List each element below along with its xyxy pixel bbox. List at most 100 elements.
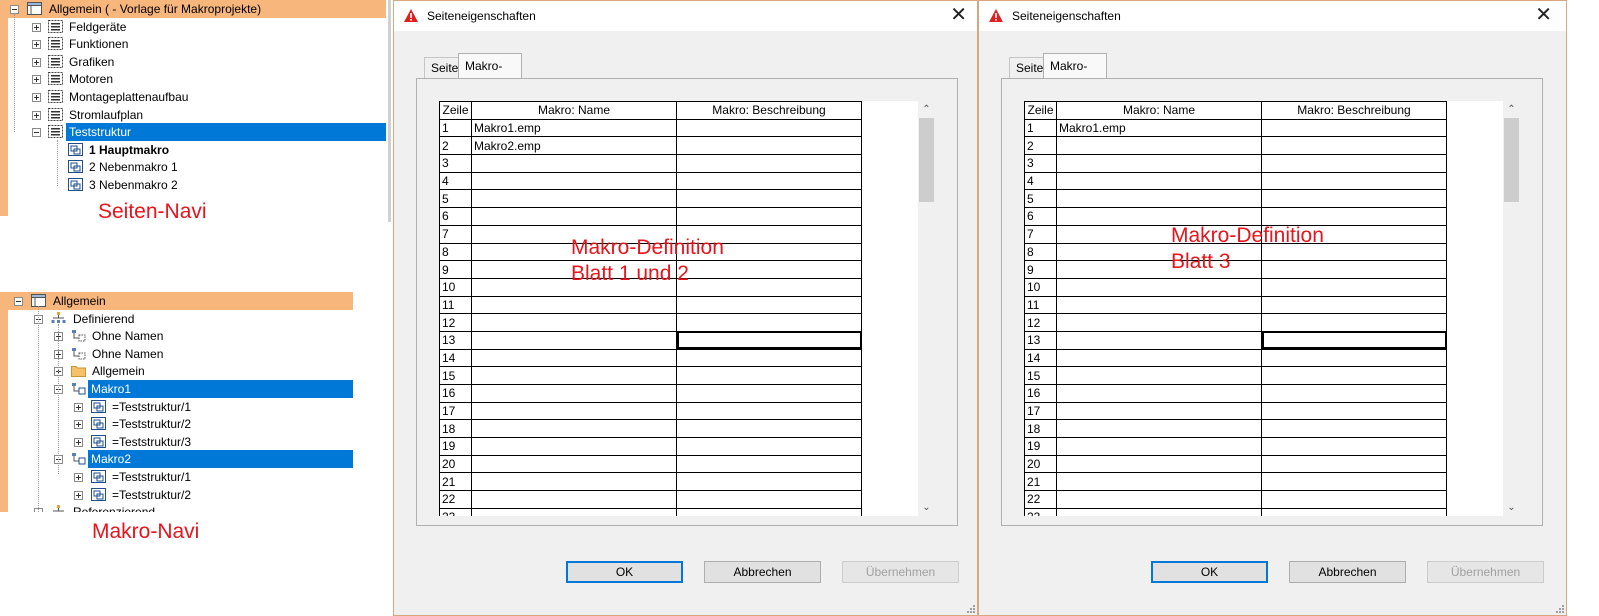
row-number-cell[interactable]: 1 (439, 118, 472, 138)
collapse-icon[interactable] (10, 5, 19, 14)
row-number-cell[interactable]: 2 (439, 136, 472, 156)
table-row[interactable]: 18 (1024, 419, 1447, 439)
scroll-down-icon[interactable]: ⌄ (1503, 499, 1520, 516)
macro-name-cell[interactable] (471, 507, 677, 516)
cancel-button[interactable]: Abbrechen (704, 561, 821, 583)
macro-description-cell[interactable] (676, 454, 862, 474)
table-row[interactable]: 12 (1024, 313, 1447, 332)
expand-icon[interactable] (74, 490, 83, 500)
expand-icon[interactable] (74, 420, 83, 430)
row-number-cell[interactable]: 6 (439, 207, 472, 226)
row-number-cell[interactable]: 10 (439, 277, 472, 297)
macro-description-cell[interactable] (1261, 454, 1447, 474)
cancel-button[interactable]: Abbrechen (1289, 561, 1406, 583)
seiten-tree-item[interactable]: Funktionen (0, 35, 386, 53)
makro-tree-item[interactable]: =Teststruktur/1 (0, 468, 353, 486)
tab-makro-definition[interactable]: Makro-Definition (1043, 53, 1108, 98)
row-number-cell[interactable]: 1 (1024, 118, 1057, 138)
table-row[interactable]: 21 (439, 472, 862, 492)
row-number-cell[interactable]: 18 (1024, 419, 1057, 439)
table-row[interactable]: 1 Makro1.emp (439, 118, 862, 138)
macro-name-cell[interactable] (471, 171, 677, 191)
table-row[interactable]: 10 (1024, 277, 1447, 297)
macro-name-cell[interactable]: Makro1.emp (471, 118, 677, 138)
row-number-cell[interactable]: 7 (439, 224, 472, 244)
table-row[interactable]: 11 (439, 295, 862, 315)
macro-description-cell[interactable] (676, 118, 862, 138)
macro-description-cell[interactable] (1261, 189, 1447, 209)
ok-button[interactable]: OK (566, 561, 683, 583)
close-icon[interactable]: ✕ (1535, 4, 1552, 26)
table-row[interactable]: 16 (1024, 384, 1447, 403)
macro-name-cell[interactable] (471, 490, 677, 509)
row-number-cell[interactable]: 20 (439, 454, 472, 474)
macro-name-cell[interactable] (1056, 171, 1262, 191)
table-row[interactable]: 19 (439, 437, 862, 456)
macro-description-cell[interactable] (676, 171, 862, 191)
macro-description-cell[interactable] (1261, 472, 1447, 492)
makro-tree-item[interactable]: Ohne Namen (0, 345, 353, 363)
scroll-down-icon[interactable]: ⌄ (918, 499, 935, 516)
scroll-thumb[interactable] (919, 118, 934, 202)
macro-description-cell[interactable] (676, 507, 862, 516)
collapse-icon[interactable] (32, 128, 41, 138)
makro-tree-item[interactable]: Allgemein (0, 362, 353, 380)
row-number-cell[interactable]: 14 (1024, 348, 1057, 368)
table-row[interactable]: 19 (1024, 437, 1447, 456)
row-number-cell[interactable]: 11 (1024, 295, 1057, 315)
scroll-up-icon[interactable]: ⌃ (1503, 101, 1520, 118)
macro-description-cell[interactable] (1261, 419, 1447, 439)
apply-button[interactable]: Übernehmen (1427, 561, 1544, 583)
macro-name-cell[interactable]: Makro2.emp (471, 136, 677, 156)
macro-name-cell[interactable] (1056, 277, 1262, 297)
close-icon[interactable]: ✕ (950, 4, 967, 26)
row-number-cell[interactable]: 13 (439, 330, 472, 350)
macro-description-cell[interactable] (1261, 366, 1447, 385)
macro-name-cell[interactable] (1056, 437, 1262, 456)
expand-icon[interactable] (32, 40, 41, 50)
row-number-cell[interactable]: 9 (1024, 260, 1057, 279)
macro-description-cell[interactable] (1261, 401, 1447, 421)
table-row[interactable]: 14 (1024, 348, 1447, 368)
table-row[interactable]: 16 (439, 384, 862, 403)
row-number-cell[interactable]: 2 (1024, 136, 1057, 156)
macro-name-cell[interactable] (471, 472, 677, 492)
macro-name-cell[interactable] (1056, 189, 1262, 209)
row-number-cell[interactable]: 3 (1024, 154, 1057, 173)
macro-description-cell[interactable] (676, 348, 862, 368)
table-row[interactable]: 5 (1024, 189, 1447, 209)
macro-description-cell[interactable] (1261, 348, 1447, 368)
macro-name-cell[interactable] (471, 207, 677, 226)
table-row[interactable]: 4 (1024, 171, 1447, 191)
macro-name-cell[interactable] (1056, 295, 1262, 315)
collapse-icon[interactable] (14, 297, 23, 306)
table-row[interactable]: 13 (1024, 330, 1447, 350)
expand-icon[interactable] (74, 402, 83, 412)
table-row[interactable]: 14 (439, 348, 862, 368)
row-number-cell[interactable]: 4 (439, 171, 472, 191)
row-number-cell[interactable]: 6 (1024, 207, 1057, 226)
row-number-cell[interactable]: 12 (439, 313, 472, 332)
ok-button[interactable]: OK (1151, 561, 1268, 583)
row-number-cell[interactable]: 16 (1024, 384, 1057, 403)
scroll-up-icon[interactable]: ⌃ (918, 101, 935, 118)
macro-name-cell[interactable] (1056, 330, 1262, 350)
expand-icon[interactable] (74, 473, 83, 482)
macro-description-cell[interactable] (676, 472, 862, 492)
row-number-cell[interactable]: 8 (439, 242, 472, 262)
macro-description-cell[interactable] (676, 330, 862, 350)
column-header-zeile[interactable]: Zeile (1024, 101, 1057, 120)
table-row[interactable]: 4 (439, 171, 862, 191)
macro-description-cell[interactable] (1261, 330, 1447, 350)
macro-description-cell[interactable] (676, 490, 862, 509)
macro-description-cell[interactable] (1261, 384, 1447, 403)
macro-name-cell[interactable] (471, 330, 677, 350)
row-number-cell[interactable]: 21 (1024, 472, 1057, 492)
row-number-cell[interactable]: 9 (439, 260, 472, 279)
macro-name-cell[interactable] (471, 295, 677, 315)
macro-name-cell[interactable] (471, 401, 677, 421)
tab-makro-definition[interactable]: Makro-Definition (458, 53, 523, 98)
row-number-cell[interactable]: 3 (439, 154, 472, 173)
macro-description-cell[interactable] (1261, 277, 1447, 297)
macro-description-cell[interactable] (1261, 295, 1447, 315)
